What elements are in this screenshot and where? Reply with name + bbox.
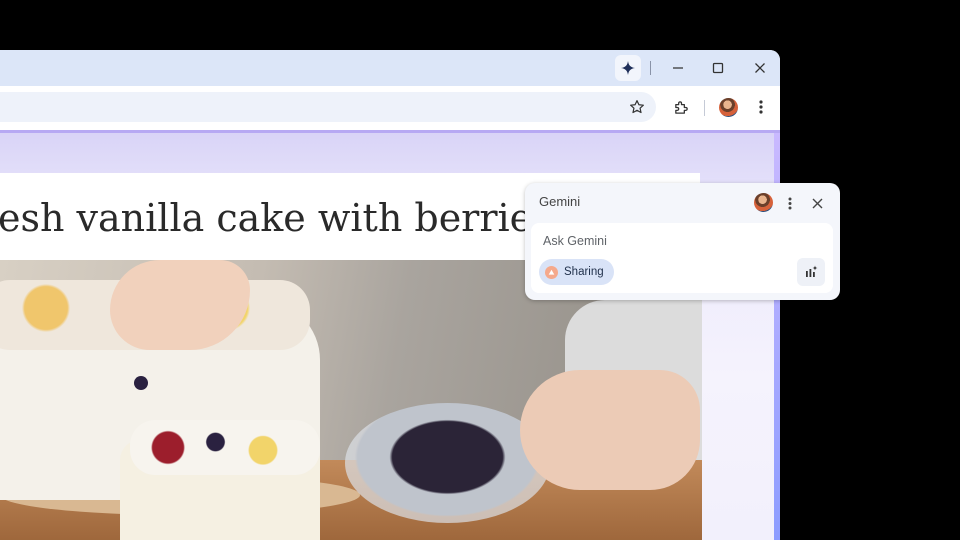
article-title: esh vanilla cake with berries	[0, 196, 552, 240]
close-icon[interactable]	[747, 55, 773, 81]
address-bar[interactable]	[0, 92, 656, 122]
browser-toolbar	[0, 86, 780, 130]
maximize-icon[interactable]	[705, 55, 731, 81]
gemini-spark-icon[interactable]	[615, 55, 641, 81]
minimize-icon[interactable]	[665, 55, 691, 81]
close-icon[interactable]	[806, 192, 828, 214]
more-menu-icon[interactable]	[779, 192, 801, 214]
photo-falling-berry	[134, 376, 148, 390]
voice-input-icon[interactable]	[797, 258, 825, 286]
photo-blueberry-bowl	[345, 403, 550, 523]
sharing-chip[interactable]: Sharing	[539, 259, 614, 285]
more-menu-icon[interactable]	[748, 94, 774, 120]
titlebar-divider	[650, 61, 651, 75]
profile-avatar[interactable]	[754, 193, 773, 212]
gemini-panel: Gemini Ask Gemini Sharing	[525, 183, 840, 300]
photo-slice-topping	[130, 420, 320, 475]
gemini-prompt-box[interactable]: Ask Gemini Sharing	[531, 223, 833, 293]
bookmark-star-icon[interactable]	[624, 94, 650, 120]
toolbar-divider	[704, 100, 705, 116]
extensions-icon[interactable]	[668, 94, 694, 120]
sharing-chip-label: Sharing	[564, 266, 604, 278]
cake-photo	[0, 260, 702, 540]
profile-avatar[interactable]	[719, 98, 738, 117]
sharing-tab-icon	[545, 265, 558, 279]
title-bar	[0, 50, 780, 86]
photo-hand-holding-bowl	[520, 370, 700, 490]
gemini-prompt-input[interactable]: Ask Gemini	[543, 234, 607, 248]
gemini-panel-title: Gemini	[539, 194, 581, 209]
